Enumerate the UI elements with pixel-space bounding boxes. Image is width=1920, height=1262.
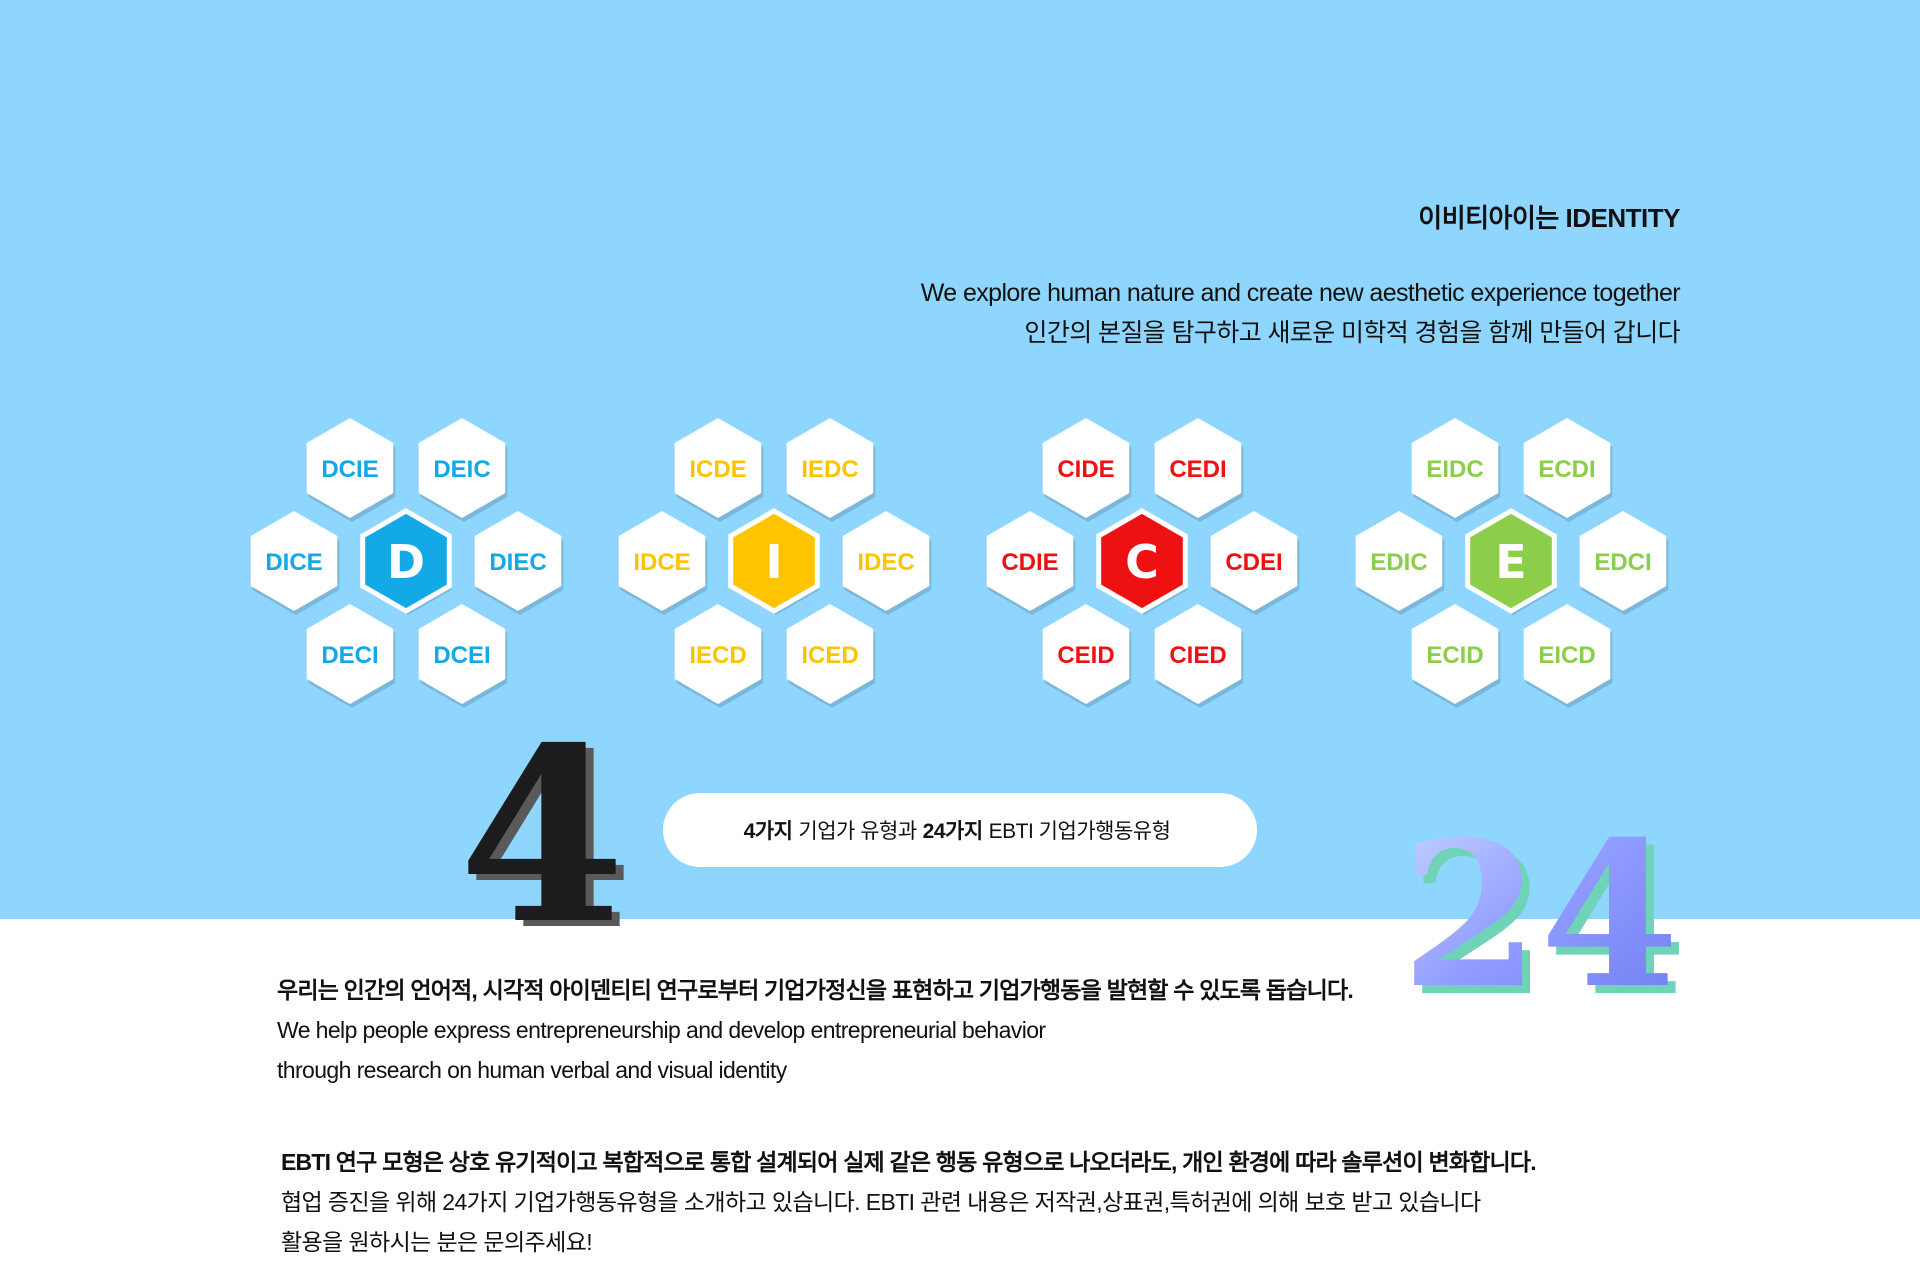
mission-section: 우리는 인간의 언어적, 시각적 아이덴티티 연구로부터 기업가정신을 표현하고… [277,970,1677,1090]
pill-count-4: 4가지 [743,820,793,843]
model-lead: EBTI 연구 모형은 상호 유기적이고 복합적으로 통합 설계되어 실제 같은… [281,1149,1537,1175]
mission-lead: 우리는 인간의 언어적, 시각적 아이덴티티 연구로부터 기업가정신을 표현하고… [277,977,1354,1003]
number-4-graphic: 4 4 [459,695,634,983]
pill-count-24: 24가지 [922,820,984,843]
pill-text-2: EBTI 기업가행동유형 [988,820,1171,843]
pill-text-1: 기업가 유형과 [798,820,917,843]
mission-line-1: We help people express entrepreneurship … [277,1017,1046,1043]
model-section: EBTI 연구 모형은 상호 유기적이고 복합적으로 통합 설계되어 실제 같은… [281,1142,1681,1262]
model-line-2: 활용을 원하시는 분은 문의주세요! [281,1229,593,1255]
types-pill: 4가지 기업가 유형과 24가지 EBTI 기업가행동유형 [663,793,1257,867]
number-4: 4 [459,695,626,977]
model-line-1: 협업 증진을 위해 24가지 기업가행동유형을 소개하고 있습니다. EBTI … [281,1189,1481,1215]
mission-line-2: through research on human verbal and vis… [277,1057,787,1083]
